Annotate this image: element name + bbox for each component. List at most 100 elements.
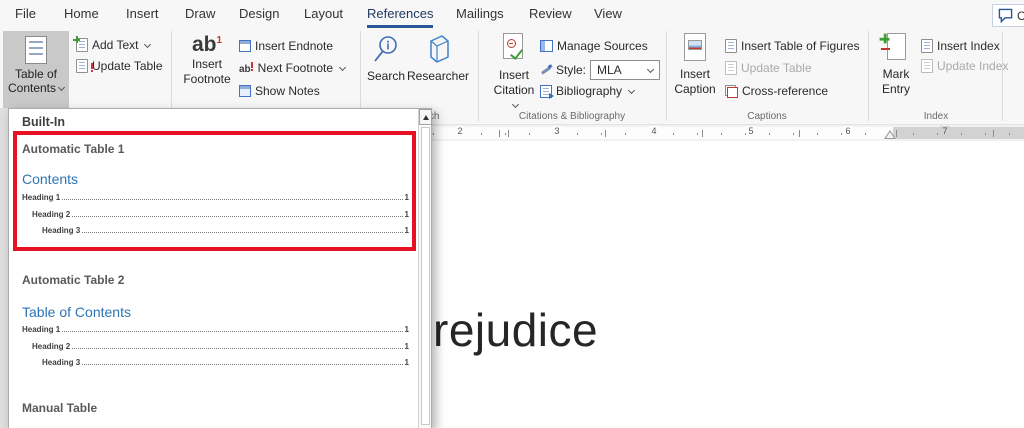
update-table-disabled-icon <box>725 61 737 75</box>
toc-preview-row: Heading 11 <box>22 193 409 202</box>
ruler-half-ticks <box>433 130 1024 137</box>
toc-preview-row: Heading 21 <box>32 342 409 351</box>
group-label-citations: Citations & Bibliography <box>518 111 626 122</box>
scrollbar-track[interactable] <box>421 127 430 425</box>
group-separator <box>478 31 479 121</box>
insert-footnote-button[interactable]: ab1 Insert Footnote <box>182 33 232 87</box>
show-notes-icon <box>239 85 251 97</box>
manage-sources-button[interactable]: Manage Sources <box>540 39 648 53</box>
chevron-down-icon <box>646 65 655 73</box>
cross-reference-button[interactable]: Cross-reference <box>725 84 828 98</box>
researcher-button[interactable]: Researcher <box>407 34 469 84</box>
comments-button-label: C <box>1017 9 1024 23</box>
toc-gallery-dropdown: Built-In Automatic Table 1 Contents Head… <box>8 108 432 428</box>
gallery-item-manual-table[interactable]: Manual Table <box>9 394 416 424</box>
dot-leader <box>82 232 403 233</box>
document-title-text: rejudice <box>433 304 599 356</box>
table-of-contents-icon <box>25 36 47 64</box>
researcher-icon <box>430 35 449 63</box>
citation-style-select[interactable]: MLA <box>590 60 661 80</box>
tab-draw[interactable]: Draw <box>185 0 215 28</box>
next-footnote-button[interactable]: ab Next Footnote <box>239 61 347 75</box>
style-row: Style: MLA <box>540 60 661 80</box>
ruler-number: 3 <box>552 126 562 136</box>
ruler-number: 5 <box>746 126 756 136</box>
update-table-button[interactable]: Update Table <box>76 59 163 73</box>
gallery-item-automatic-table-1[interactable]: Automatic Table 1 Contents Heading 11 He… <box>9 135 416 247</box>
builtin-section-header: Built-In <box>22 115 66 129</box>
group-separator <box>868 31 869 121</box>
group-label-captions: Captions <box>747 111 787 122</box>
chevron-down-icon <box>339 63 347 71</box>
toc-button-label-2: Contents <box>3 81 69 95</box>
update-index-button[interactable]: Update Index <box>921 59 1008 73</box>
tab-view[interactable]: View <box>594 0 622 28</box>
right-indent-marker-fill <box>886 132 894 138</box>
tab-mailings[interactable]: Mailings <box>456 0 504 28</box>
dot-leader <box>62 199 403 200</box>
search-button[interactable]: Search <box>364 34 408 84</box>
insert-citation-button[interactable]: Insert Citation <box>490 33 538 113</box>
insert-table-of-figures-button[interactable]: Insert Table of Figures <box>725 39 860 53</box>
toc-preview-heading: Table of Contents <box>22 304 131 320</box>
group-separator <box>1002 31 1003 121</box>
dot-leader <box>62 331 403 332</box>
bibliography-icon <box>540 84 554 99</box>
comments-button[interactable]: C <box>992 4 1024 27</box>
chevron-down-icon <box>57 83 66 92</box>
add-text-button[interactable]: Add Text <box>73 36 152 52</box>
toc-preview-row: Heading 31 <box>42 358 409 367</box>
insert-endnote-button[interactable]: Insert Endnote <box>239 39 333 53</box>
dropdown-scrollbar[interactable] <box>418 109 432 428</box>
toc-button-label-1: Table of <box>14 67 58 81</box>
window-left-edge <box>0 108 8 428</box>
tab-review[interactable]: Review <box>529 0 572 28</box>
toc-preview-row: Heading 11 <box>22 325 409 334</box>
toc-preview-heading: Contents <box>22 171 79 187</box>
group-label-index: Index <box>923 111 949 122</box>
toc-preview-row: Heading 31 <box>42 226 409 235</box>
chevron-down-icon <box>144 40 152 48</box>
tab-references[interactable]: References <box>367 0 434 28</box>
ruler-number: 4 <box>649 126 659 136</box>
group-separator <box>666 31 667 121</box>
style-icon <box>540 64 552 76</box>
gallery-item-title: Manual Table <box>22 401 98 415</box>
insert-table-of-figures-icon <box>725 39 737 53</box>
update-table-icon <box>76 59 93 73</box>
ribbon-tab-bar: File Home Insert Draw Design Layout Refe… <box>0 0 1024 28</box>
tab-file[interactable]: File <box>15 0 36 28</box>
insert-footnote-icon: ab1 <box>191 33 223 56</box>
scrollbar-up-arrow[interactable] <box>419 109 432 125</box>
insert-caption-button[interactable]: Insert Caption <box>672 33 718 97</box>
mark-entry-button[interactable]: Mark Entry <box>874 33 918 97</box>
tab-design[interactable]: Design <box>239 0 279 28</box>
tab-home[interactable]: Home <box>64 0 99 28</box>
dot-leader <box>82 364 403 365</box>
ruler-number: 7 <box>940 126 950 136</box>
update-index-disabled-icon <box>921 59 933 73</box>
toc-preview-row: Heading 21 <box>32 210 409 219</box>
update-table-captions-button[interactable]: Update Table <box>725 61 812 75</box>
gallery-item-automatic-table-2[interactable]: Automatic Table 2 Table of Contents Head… <box>9 266 416 376</box>
search-icon <box>374 36 397 62</box>
mark-entry-icon <box>879 33 909 64</box>
next-footnote-icon: ab <box>239 61 254 75</box>
ruler-number: 2 <box>455 126 465 136</box>
tab-layout[interactable]: Layout <box>304 0 343 28</box>
gallery-item-title: Automatic Table 1 <box>22 142 125 156</box>
insert-citation-icon <box>501 33 527 65</box>
show-notes-button[interactable]: Show Notes <box>239 84 320 98</box>
ruler-number: 6 <box>843 126 853 136</box>
insert-index-button[interactable]: Insert Index <box>921 39 1000 53</box>
dot-leader <box>72 348 403 349</box>
tab-insert[interactable]: Insert <box>126 0 159 28</box>
bibliography-button[interactable]: Bibliography <box>540 84 636 99</box>
add-text-icon <box>73 36 88 52</box>
manage-sources-icon <box>540 40 553 52</box>
table-of-contents-button[interactable]: Table of Contents <box>3 31 69 108</box>
gallery-item-title: Automatic Table 2 <box>22 273 125 287</box>
cross-reference-icon <box>725 84 738 98</box>
word-window: File Home Insert Draw Design Layout Refe… <box>0 0 1024 428</box>
insert-endnote-icon <box>239 40 251 52</box>
